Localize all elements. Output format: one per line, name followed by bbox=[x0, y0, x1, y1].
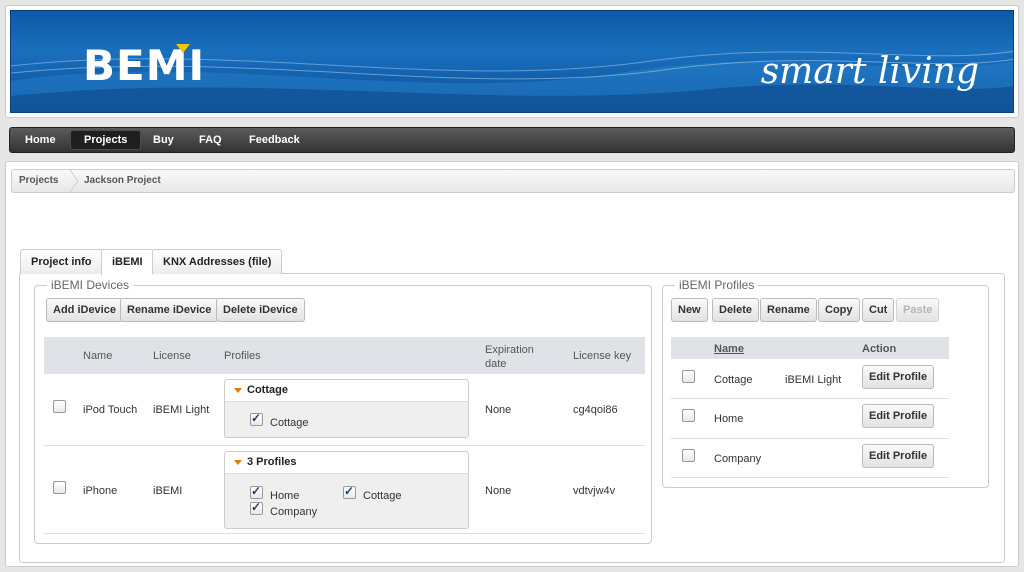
expand-arrow-icon bbox=[234, 388, 242, 393]
profiles-box-title: 3 Profiles bbox=[247, 456, 297, 468]
profiles-box-header[interactable]: Cottage bbox=[225, 380, 468, 402]
expand-arrow-icon bbox=[234, 460, 242, 465]
banner-image: BEMI smart living bbox=[10, 10, 1014, 113]
col-expiration-date: Expiration date bbox=[485, 344, 534, 370]
edit-profile-button[interactable]: Edit Profile bbox=[862, 404, 935, 428]
profile-license: iBEMI Light bbox=[785, 374, 842, 386]
edit-profile-button[interactable]: Edit Profile bbox=[862, 444, 935, 468]
device-license: iBEMI bbox=[153, 485, 183, 497]
profile-checkbox[interactable] bbox=[250, 500, 263, 515]
profile-checkbox[interactable] bbox=[343, 484, 356, 499]
device-expiration: None bbox=[485, 404, 512, 416]
rename-idevice-button[interactable]: Rename iDevice bbox=[120, 298, 219, 322]
profile-name: Cottage bbox=[714, 374, 753, 386]
devices-table-header bbox=[44, 337, 645, 374]
col-profile-name[interactable]: Name bbox=[714, 343, 744, 355]
device-name: iPhone bbox=[83, 485, 118, 497]
nav-faq[interactable]: FAQ bbox=[186, 130, 235, 150]
device-profiles-box: 3 Profiles Home Cottage Company bbox=[224, 451, 469, 529]
breadcrumb-current: Jackson Project bbox=[84, 175, 161, 186]
profiles-box-title: Cottage bbox=[247, 384, 288, 396]
device-expiration: None bbox=[485, 485, 512, 497]
device-license-key: vdtvjw4v bbox=[573, 485, 616, 497]
device-profiles-box: Cottage Cottage bbox=[224, 379, 469, 438]
profile-label: Cottage bbox=[270, 417, 309, 429]
profile-name: Home bbox=[714, 413, 744, 425]
profiles-table-header bbox=[671, 337, 949, 359]
device-license-key: cg4qoi86 bbox=[573, 404, 618, 416]
device-row-checkbox[interactable] bbox=[53, 400, 66, 413]
row-divider bbox=[671, 477, 949, 478]
profile-row-checkbox[interactable] bbox=[682, 370, 695, 383]
profile-row-checkbox[interactable] bbox=[682, 449, 695, 462]
tab-knx-addresses[interactable]: KNX Addresses (file) bbox=[152, 249, 283, 274]
profile-label: Cottage bbox=[363, 490, 402, 502]
delete-profile-button[interactable]: Delete bbox=[712, 298, 760, 322]
col-profiles: Profiles bbox=[224, 350, 261, 362]
profiles-box-header[interactable]: 3 Profiles bbox=[225, 452, 468, 474]
delete-idevice-button[interactable]: Delete iDevice bbox=[216, 298, 305, 322]
paste-profile-button[interactable]: Paste bbox=[896, 298, 940, 322]
profile-row-checkbox[interactable] bbox=[682, 409, 695, 422]
row-divider bbox=[671, 398, 949, 399]
col-action: Action bbox=[862, 343, 897, 355]
row-divider bbox=[44, 445, 645, 446]
device-name: iPod Touch bbox=[83, 404, 138, 416]
add-idevice-button[interactable]: Add iDevice bbox=[46, 298, 123, 322]
nav-home[interactable]: Home bbox=[12, 130, 69, 150]
breadcrumb: Projects Jackson Project bbox=[11, 169, 1015, 193]
device-license: iBEMI Light bbox=[153, 404, 210, 416]
profile-checkbox[interactable] bbox=[250, 411, 263, 426]
col-license-key: License key bbox=[573, 350, 632, 362]
cut-profile-button[interactable]: Cut bbox=[862, 298, 895, 322]
profile-checkbox[interactable] bbox=[250, 484, 263, 499]
col-license: License bbox=[153, 350, 191, 362]
nav-feedback[interactable]: Feedback bbox=[236, 130, 313, 150]
main-content: Projects Jackson Project Project info iB… bbox=[5, 161, 1019, 567]
tab-project-info[interactable]: Project info bbox=[20, 249, 103, 274]
nav-buy[interactable]: Buy bbox=[140, 130, 187, 150]
header-banner: BEMI smart living bbox=[5, 5, 1019, 118]
ibemi-profiles-legend: iBEMI Profiles bbox=[679, 278, 755, 292]
profile-name: Company bbox=[714, 453, 762, 465]
new-profile-button[interactable]: New bbox=[671, 298, 708, 322]
copy-profile-button[interactable]: Copy bbox=[818, 298, 860, 322]
breadcrumb-separator-icon bbox=[69, 170, 79, 192]
col-name: Name bbox=[83, 350, 113, 362]
edit-profile-button[interactable]: Edit Profile bbox=[862, 365, 935, 389]
tab-ibemi[interactable]: iBEMI bbox=[101, 249, 154, 275]
logo-accent-icon bbox=[176, 44, 190, 53]
ibemi-devices-legend: iBEMI Devices bbox=[51, 278, 130, 292]
profile-label: Company bbox=[270, 506, 318, 518]
breadcrumb-projects[interactable]: Projects bbox=[19, 170, 58, 192]
tagline: smart living bbox=[760, 51, 979, 92]
device-row-checkbox[interactable] bbox=[53, 481, 66, 494]
row-divider bbox=[44, 533, 645, 534]
row-divider bbox=[671, 438, 949, 439]
main-nav: Home Projects Buy FAQ Feedback bbox=[9, 127, 1015, 153]
profile-label: Home bbox=[270, 490, 300, 502]
nav-projects[interactable]: Projects bbox=[70, 130, 142, 150]
rename-profile-button[interactable]: Rename bbox=[760, 298, 817, 322]
